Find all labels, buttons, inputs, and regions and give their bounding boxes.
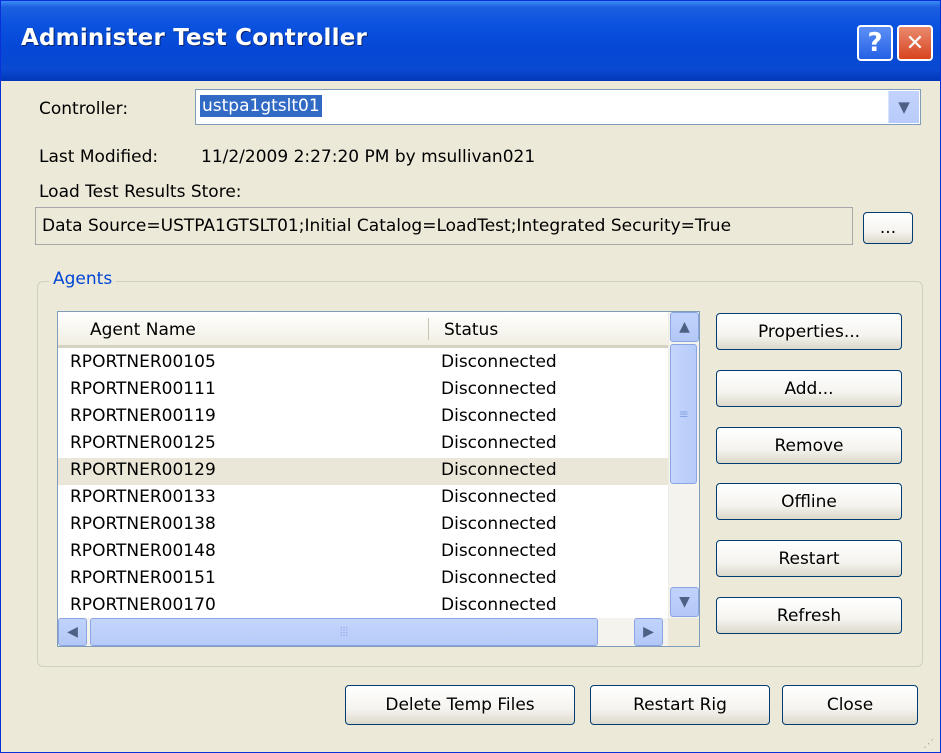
last-modified-value: 11/2/2009 2:27:20 PM by msullivan021: [201, 147, 536, 167]
store-connection-value: Data Source=USTPA1GTSLT01;Initial Catalo…: [42, 216, 732, 236]
controller-combobox[interactable]: ustpa1gtslt01 ▼: [195, 89, 921, 125]
chevron-up-icon: ▲: [679, 319, 690, 335]
list-item-selected[interactable]: RPORTNER00129 Disconnected: [58, 458, 668, 485]
list-item[interactable]: RPORTNER00170 Disconnected: [58, 593, 668, 620]
list-item[interactable]: RPORTNER00138 Disconnected: [58, 512, 668, 539]
agent-status: Disconnected: [441, 460, 557, 480]
store-label: Load Test Results Store:: [39, 182, 242, 202]
help-button[interactable]: ?: [857, 25, 893, 61]
agent-status: Disconnected: [441, 379, 557, 399]
agents-list-header: Agent Name Status: [58, 312, 668, 348]
column-header-agent-name[interactable]: Agent Name: [90, 320, 196, 340]
refresh-button[interactable]: Refresh: [716, 597, 902, 634]
agent-name: RPORTNER00111: [70, 379, 216, 399]
agent-name: RPORTNER00148: [70, 541, 216, 561]
scroll-down-button[interactable]: ▼: [670, 587, 699, 617]
help-icon: ?: [867, 28, 883, 58]
agents-list[interactable]: Agent Name Status RPORTNER00105 Disconnec…: [57, 311, 700, 647]
list-item[interactable]: RPORTNER00125 Disconnected: [58, 431, 668, 458]
title-bar[interactable]: Administer Test Controller ? ✕: [1, 1, 940, 81]
close-button[interactable]: Close: [782, 685, 918, 725]
list-item[interactable]: RPORTNER00148 Disconnected: [58, 539, 668, 566]
agent-status: Disconnected: [441, 487, 557, 507]
add-agent-button[interactable]: Add...: [716, 370, 902, 407]
agent-status: Disconnected: [441, 541, 557, 561]
list-item[interactable]: RPORTNER00133 Disconnected: [58, 485, 668, 512]
column-header-status[interactable]: Status: [444, 320, 498, 340]
agent-status: Disconnected: [441, 433, 557, 453]
list-item[interactable]: RPORTNER00119 Disconnected: [58, 404, 668, 431]
agent-status: Disconnected: [441, 595, 557, 615]
agent-status: Disconnected: [441, 352, 557, 372]
agent-status: Disconnected: [441, 568, 557, 588]
last-modified-label: Last Modified:: [39, 147, 159, 167]
scroll-right-button[interactable]: ▶: [634, 618, 663, 646]
close-icon: ✕: [905, 30, 925, 56]
agent-name: RPORTNER00133: [70, 487, 216, 507]
chevron-left-icon: ◀: [67, 624, 78, 640]
agent-name: RPORTNER00125: [70, 433, 216, 453]
scroll-up-button[interactable]: ▲: [670, 312, 699, 342]
scroll-left-button[interactable]: ◀: [58, 618, 87, 646]
store-connection-field[interactable]: Data Source=USTPA1GTSLT01;Initial Catalo…: [35, 207, 853, 245]
restart-rig-button[interactable]: Restart Rig: [590, 685, 770, 725]
vertical-scroll-thumb[interactable]: ≡: [670, 344, 697, 484]
properties-button[interactable]: Properties...: [716, 313, 902, 350]
agent-status: Disconnected: [441, 514, 557, 534]
grip-icon: ≡: [678, 407, 689, 421]
remove-agent-button[interactable]: Remove: [716, 427, 902, 464]
close-window-button[interactable]: ✕: [897, 25, 933, 61]
vertical-scrollbar[interactable]: ▲ ≡ ▼: [668, 312, 699, 618]
column-divider[interactable]: [428, 318, 429, 340]
dialog-window: Administer Test Controller ? ✕ Controlle…: [0, 0, 941, 753]
list-item[interactable]: RPORTNER00111 Disconnected: [58, 377, 668, 404]
agents-group-label: Agents: [49, 269, 117, 289]
dialog-client-area: Controller: ustpa1gtslt01 ▼ Last Modifie…: [5, 81, 936, 750]
grip-icon: ⦙⦙⦙: [339, 624, 349, 639]
controller-value[interactable]: ustpa1gtslt01: [200, 95, 322, 117]
browse-store-button[interactable]: ...: [863, 212, 913, 244]
chevron-down-icon: ▼: [679, 594, 690, 610]
agent-name: RPORTNER00138: [70, 514, 216, 534]
delete-temp-files-button[interactable]: Delete Temp Files: [345, 685, 575, 725]
chevron-down-icon[interactable]: ▼: [888, 91, 919, 123]
scrollbar-corner: [668, 618, 699, 646]
horizontal-scrollbar[interactable]: ◀ ⦙⦙⦙ ▶: [58, 618, 668, 646]
agent-name: RPORTNER00151: [70, 568, 216, 588]
list-item[interactable]: RPORTNER00151 Disconnected: [58, 566, 668, 593]
horizontal-scroll-thumb[interactable]: ⦙⦙⦙: [90, 618, 598, 646]
agent-status: Disconnected: [441, 406, 557, 426]
controller-label: Controller:: [39, 99, 129, 119]
window-title: Administer Test Controller: [21, 25, 368, 51]
restart-agent-button[interactable]: Restart: [716, 540, 902, 577]
chevron-right-icon: ▶: [643, 624, 654, 640]
agent-name: RPORTNER00129: [70, 460, 216, 480]
agent-name: RPORTNER00170: [70, 595, 216, 615]
agent-name: RPORTNER00119: [70, 406, 216, 426]
resize-grip-icon[interactable]: ⋰: [923, 738, 934, 749]
list-item[interactable]: RPORTNER00105 Disconnected: [58, 350, 668, 377]
agent-name: RPORTNER00105: [70, 352, 216, 372]
offline-button[interactable]: Offline: [716, 483, 902, 520]
